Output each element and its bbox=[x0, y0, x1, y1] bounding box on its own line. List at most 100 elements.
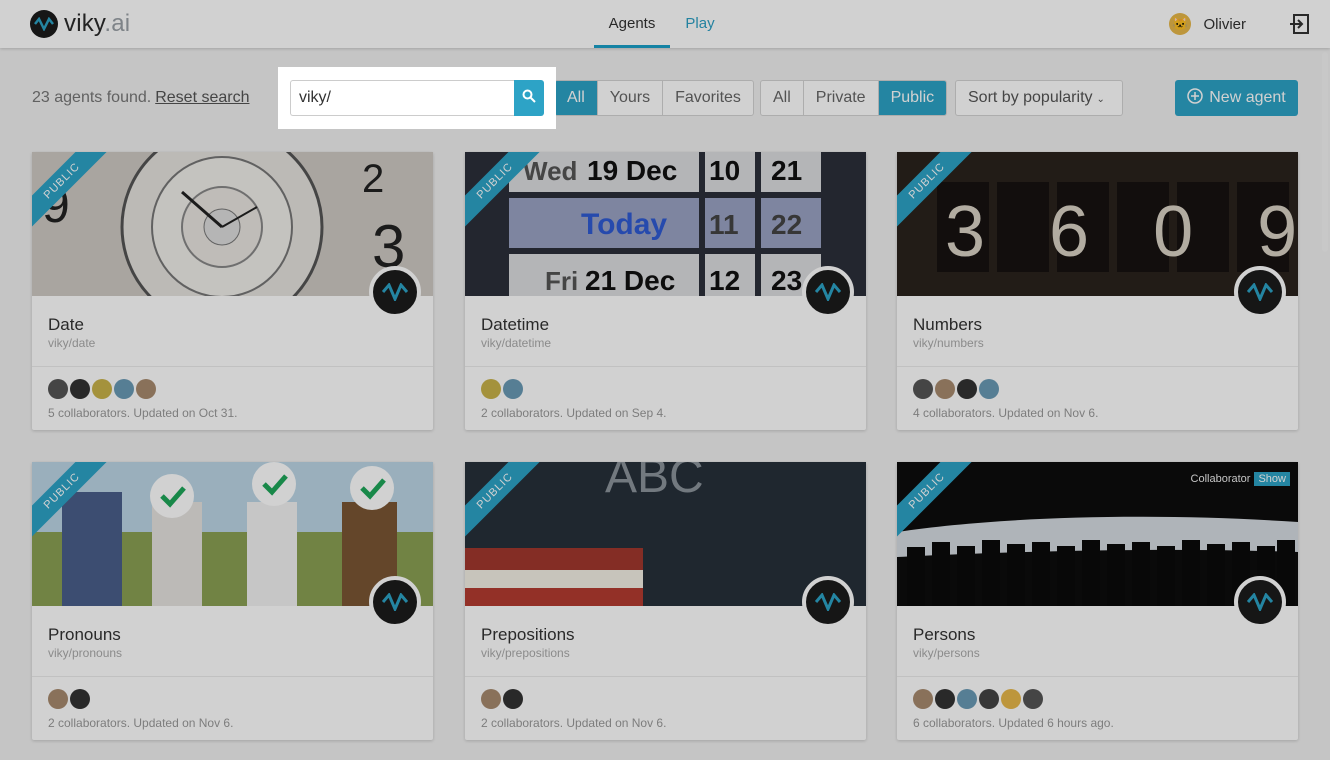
avatar bbox=[481, 689, 501, 709]
svg-text:3 6 0 9 1 7: 3 6 0 9 1 7 bbox=[945, 192, 1298, 272]
card-title: Persons bbox=[913, 625, 976, 644]
avatar bbox=[70, 379, 90, 399]
avatar bbox=[503, 689, 523, 709]
card-meta: 2 collaborators. Updated on Nov 6. bbox=[481, 716, 667, 730]
card-title: Pronouns bbox=[48, 625, 121, 644]
avatar bbox=[1001, 689, 1021, 709]
show-button[interactable]: Show bbox=[1254, 472, 1290, 486]
search-input[interactable] bbox=[290, 80, 514, 116]
card-image: Wed 19 Dec 10 21 Today 11 22 Fri 21 Dec … bbox=[465, 152, 866, 296]
sort-label: Sort by popularity bbox=[968, 89, 1093, 106]
card-slug: viky/date bbox=[48, 336, 96, 350]
svg-text:Fri: Fri bbox=[545, 266, 578, 296]
card-image: 3 6 0 9 1 7 PUBLIC bbox=[897, 152, 1298, 296]
new-agent-label: New agent bbox=[1209, 89, 1286, 106]
svg-text:19 Dec: 19 Dec bbox=[587, 155, 677, 186]
user-avatar: 🐱 bbox=[1169, 13, 1192, 35]
avatar bbox=[1023, 689, 1043, 709]
avatar bbox=[979, 689, 999, 709]
avatar bbox=[92, 379, 112, 399]
agent-card-prepositions[interactable]: ABC PUBLIC Prepositions viky/preposition… bbox=[465, 462, 866, 740]
card-title: Numbers bbox=[913, 315, 982, 334]
card-divider bbox=[32, 366, 433, 367]
svg-text:10: 10 bbox=[709, 155, 740, 186]
visibility-filter: All Private Public bbox=[760, 80, 948, 116]
filter-all-owner[interactable]: All bbox=[555, 81, 598, 115]
card-slug: viky/pronouns bbox=[48, 646, 123, 660]
agent-card-datetime[interactable]: Wed 19 Dec 10 21 Today 11 22 Fri 21 Dec … bbox=[465, 152, 866, 430]
sort-dropdown[interactable]: Sort by popularity ⌄ bbox=[955, 80, 1123, 116]
svg-text:Today: Today bbox=[581, 208, 667, 241]
tab-play[interactable]: Play bbox=[676, 0, 724, 48]
svg-text:21: 21 bbox=[771, 155, 802, 186]
avatar bbox=[48, 689, 68, 709]
svg-text:21 Dec: 21 Dec bbox=[585, 265, 675, 296]
card-image: PUBLIC Collaborator Show bbox=[897, 462, 1298, 606]
card-meta: 5 collaborators. Updated on Oct 31. bbox=[48, 406, 238, 420]
new-agent-button[interactable]: New agent bbox=[1175, 80, 1298, 116]
svg-text:23: 23 bbox=[771, 265, 802, 296]
agent-logo-icon bbox=[802, 576, 854, 628]
filter-public[interactable]: Public bbox=[878, 81, 947, 115]
svg-text:22: 22 bbox=[771, 209, 802, 240]
user-menu[interactable]: 🐱 Olivier bbox=[1169, 13, 1246, 35]
agent-logo-icon bbox=[369, 576, 421, 628]
avatar bbox=[481, 379, 501, 399]
card-divider bbox=[897, 676, 1298, 677]
viky-logo-icon bbox=[30, 10, 58, 38]
collaborator-avatars bbox=[48, 689, 90, 709]
agent-logo-icon bbox=[369, 266, 421, 318]
avatar bbox=[935, 379, 955, 399]
collaborator-avatars bbox=[913, 379, 999, 399]
card-meta: 2 collaborators. Updated on Sep 4. bbox=[481, 406, 667, 420]
agent-logo-icon bbox=[802, 266, 854, 318]
agent-card-date[interactable]: 3 2 9 PUBLIC Date viky/date 5 collaborat… bbox=[32, 152, 433, 430]
avatar bbox=[979, 379, 999, 399]
avatar bbox=[957, 689, 977, 709]
filter-all-visibility[interactable]: All bbox=[761, 81, 804, 115]
card-title: Prepositions bbox=[481, 625, 575, 644]
avatar bbox=[935, 689, 955, 709]
collaborator-avatars bbox=[481, 689, 523, 709]
logout-icon[interactable] bbox=[1288, 12, 1312, 36]
agent-card-numbers[interactable]: 3 6 0 9 1 7 PUBLIC Numbers viky/numbers … bbox=[897, 152, 1298, 430]
avatar bbox=[48, 379, 68, 399]
scrollbar[interactable] bbox=[1322, 52, 1328, 252]
card-title: Datetime bbox=[481, 315, 550, 334]
owner-filter: All Yours Favorites bbox=[554, 80, 754, 116]
search-box bbox=[290, 80, 544, 116]
chevron-down-icon: ⌄ bbox=[1096, 94, 1105, 105]
collaborator-tag: Collaborator Show bbox=[1191, 472, 1290, 486]
logo[interactable]: viky.ai bbox=[30, 10, 130, 38]
collaborator-avatars bbox=[48, 379, 156, 399]
agent-logo-icon bbox=[1234, 266, 1286, 318]
avatar bbox=[503, 379, 523, 399]
card-divider bbox=[897, 366, 1298, 367]
agent-card-pronouns[interactable]: PUBLIC Pronouns viky/pronouns 2 collabor… bbox=[32, 462, 433, 740]
card-meta: 2 collaborators. Updated on Nov 6. bbox=[48, 716, 234, 730]
card-title: Date bbox=[48, 315, 84, 334]
user-name: Olivier bbox=[1203, 15, 1246, 33]
avatar bbox=[70, 689, 90, 709]
card-meta: 6 collaborators. Updated 6 hours ago. bbox=[913, 716, 1114, 730]
search-button[interactable] bbox=[514, 80, 544, 116]
card-divider bbox=[465, 676, 866, 677]
reset-search-link[interactable]: Reset search bbox=[155, 89, 249, 106]
filter-favorites[interactable]: Favorites bbox=[663, 81, 753, 115]
svg-text:11: 11 bbox=[709, 209, 739, 240]
avatar bbox=[913, 689, 933, 709]
card-image: ABC PUBLIC bbox=[465, 462, 866, 606]
avatar bbox=[136, 379, 156, 399]
filter-private[interactable]: Private bbox=[804, 81, 879, 115]
tab-agents[interactable]: Agents bbox=[594, 0, 670, 48]
card-divider bbox=[32, 676, 433, 677]
agent-card-persons[interactable]: PUBLIC Collaborator Show Persons viky/pe… bbox=[897, 462, 1298, 740]
filter-yours[interactable]: Yours bbox=[598, 81, 664, 115]
svg-text:2: 2 bbox=[362, 157, 384, 201]
result-count-text: 23 agents found. bbox=[32, 89, 152, 106]
avatar bbox=[114, 379, 134, 399]
card-image: 3 2 9 PUBLIC bbox=[32, 152, 433, 296]
collaborator-avatars bbox=[913, 689, 1043, 709]
avatar bbox=[957, 379, 977, 399]
card-slug: viky/numbers bbox=[913, 336, 984, 350]
